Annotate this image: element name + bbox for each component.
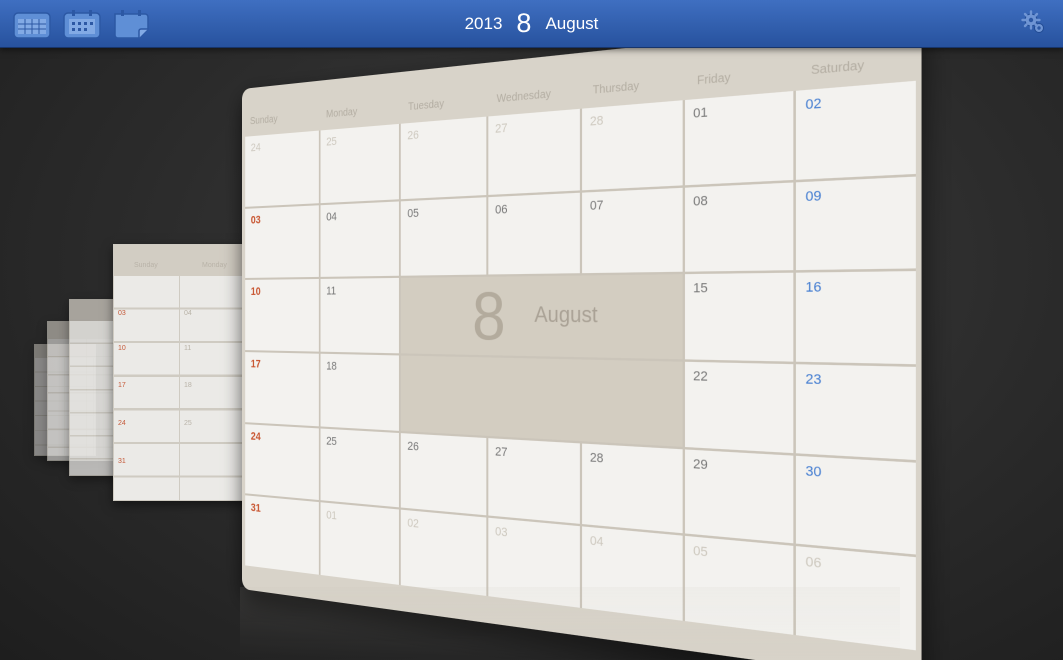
ghost-date: 25: [184, 420, 192, 427]
day-number: 28: [589, 450, 604, 466]
day-number: 26: [407, 128, 419, 143]
day-cell[interactable]: 24: [245, 130, 319, 207]
day-number: 04: [589, 534, 604, 550]
day-number: 10: [250, 286, 261, 299]
day-cell[interactable]: 09: [796, 176, 916, 271]
month-card-surface: Sunday Monday Tuesday Wednesday Thursday…: [242, 16, 922, 660]
day-number: 06: [495, 202, 508, 217]
day-cell[interactable]: 23: [796, 364, 916, 460]
day-number: 31: [250, 502, 261, 516]
gear-icon: [1021, 10, 1044, 33]
day-number: 07: [589, 198, 604, 213]
day-number: 09: [805, 188, 822, 205]
day-cell[interactable]: 06: [488, 192, 581, 275]
card-reflection: [240, 587, 900, 660]
day-number: 25: [326, 135, 337, 149]
day-number: 23: [805, 372, 822, 388]
day-cell[interactable]: 25: [320, 123, 400, 203]
ghost-date: 10: [118, 345, 126, 352]
day-number: 16: [805, 280, 822, 296]
today-highlight[interactable]: 8 August: [400, 274, 683, 360]
day-label: 8: [516, 8, 532, 38]
day-cell[interactable]: 25: [320, 428, 400, 508]
day-number: 25: [326, 434, 337, 448]
day-number: 24: [250, 430, 261, 443]
day-cell[interactable]: 11: [320, 278, 400, 354]
day-number: 01: [693, 105, 708, 122]
day-number: 01: [326, 509, 337, 523]
day-cell[interactable]: 28: [582, 100, 683, 190]
day-number: 24: [250, 141, 261, 155]
month-grid: 24 25 26 27 28 01 02 03 04 05 06 07 08 0…: [245, 80, 916, 651]
day-cell[interactable]: 29: [684, 449, 794, 544]
day-cell[interactable]: 04: [320, 201, 400, 278]
today-highlight-extension: [400, 355, 683, 447]
ghost-date: 31: [118, 458, 126, 465]
day-number: 22: [693, 369, 708, 385]
calendar-stage: Sunday Monday 03 04 10 11 17 18 24 25 31…: [0, 16, 1063, 660]
day-number: 27: [495, 121, 508, 137]
day-cell[interactable]: 31: [245, 495, 319, 575]
day-cell[interactable]: 02: [796, 80, 916, 180]
day-number: 17: [250, 358, 261, 371]
day-cell[interactable]: 03: [245, 204, 319, 279]
ghost-date: 24: [118, 420, 126, 427]
ghost-dow: Sunday: [134, 262, 158, 269]
previous-month-card[interactable]: Sunday Monday 03 04 10 11 17 18 24 25 31: [113, 244, 250, 501]
day-cell[interactable]: 27: [488, 437, 581, 525]
day-cell[interactable]: 15: [684, 273, 794, 362]
current-date-title: 2013 8 August: [0, 0, 1063, 47]
toolbar: 2013 8 August: [0, 0, 1063, 48]
month-label: August: [545, 13, 599, 33]
day-cell[interactable]: 18: [320, 353, 400, 431]
today-month-name: August: [534, 303, 598, 329]
day-number: 29: [693, 456, 708, 473]
day-cell[interactable]: 01: [320, 502, 400, 585]
day-cell[interactable]: 30: [796, 455, 916, 555]
month-card: Sunday Monday Tuesday Wednesday Thursday…: [242, 16, 922, 660]
year-label: 2013: [464, 13, 503, 33]
day-number: 02: [407, 517, 419, 532]
day-cell[interactable]: 07: [582, 187, 683, 274]
ghost-date: 17: [118, 382, 126, 389]
day-number: 05: [693, 544, 708, 561]
day-cell[interactable]: 17: [245, 352, 319, 426]
ghost-dow: Monday: [202, 262, 227, 269]
day-number: 11: [326, 285, 337, 298]
settings-button[interactable]: [1021, 10, 1047, 36]
day-number: 27: [495, 444, 508, 460]
day-number: 30: [805, 463, 822, 480]
day-cell[interactable]: 05: [400, 196, 487, 277]
app-window: 2013 8 August Sunday Monday 03 04 10 11 …: [0, 0, 1063, 660]
ghost-date: 03: [118, 310, 126, 317]
today-day-number: 8: [472, 278, 506, 355]
day-cell[interactable]: 27: [488, 108, 581, 195]
day-number: 04: [326, 210, 337, 224]
day-number: 28: [589, 113, 604, 130]
day-cell[interactable]: 16: [796, 271, 916, 365]
day-number: 26: [407, 439, 419, 454]
day-number: 06: [805, 555, 822, 573]
ghost-date: 04: [184, 310, 192, 317]
day-number: 05: [407, 206, 419, 221]
ghost-date: 11: [184, 345, 192, 352]
day-cell[interactable]: 10: [245, 279, 319, 352]
day-cell[interactable]: 08: [684, 182, 794, 273]
day-cell[interactable]: 24: [245, 423, 319, 501]
day-number: 18: [326, 360, 337, 373]
day-cell[interactable]: 26: [400, 116, 487, 199]
ghost-date: 18: [184, 382, 192, 389]
day-number: 15: [693, 281, 708, 297]
day-number: 03: [495, 525, 508, 541]
day-number: 08: [693, 193, 708, 209]
day-number: 03: [250, 213, 261, 227]
day-number: 02: [805, 96, 822, 113]
day-cell[interactable]: 26: [400, 432, 487, 516]
day-cell[interactable]: 01: [684, 90, 794, 185]
day-cell[interactable]: 02: [400, 510, 487, 596]
day-cell[interactable]: 22: [684, 361, 794, 453]
day-cell[interactable]: 28: [582, 443, 683, 534]
